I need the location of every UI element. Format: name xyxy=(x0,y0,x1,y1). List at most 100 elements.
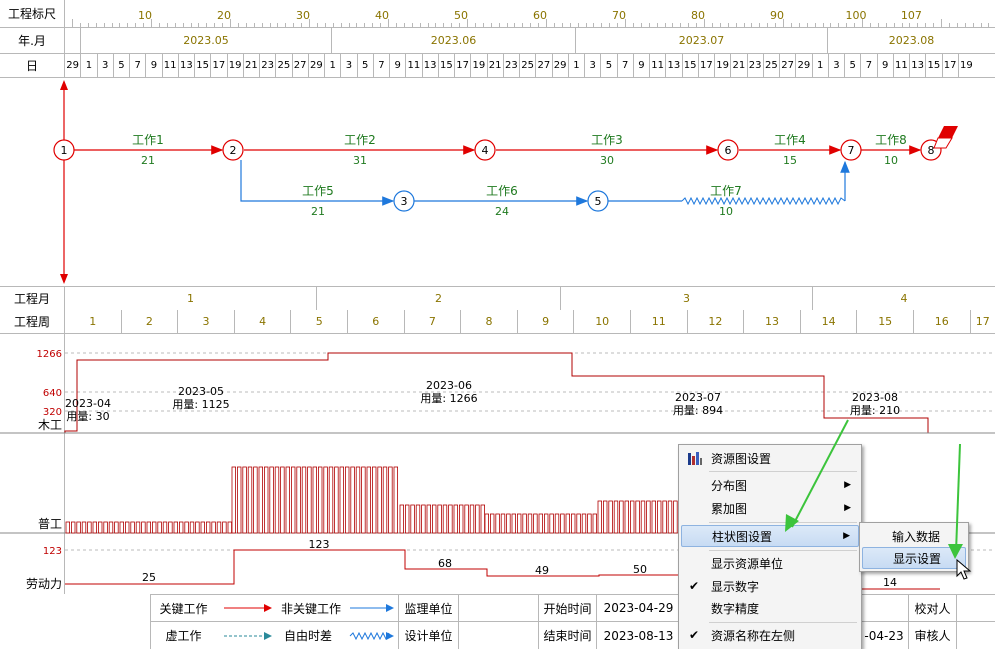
day-cell: 13 xyxy=(177,54,194,77)
day-cell: 1 xyxy=(324,54,340,77)
day-cell: 15 xyxy=(437,54,454,77)
laborer-bar xyxy=(103,521,108,534)
design-value xyxy=(458,622,538,649)
day-cell: 21 xyxy=(242,54,259,77)
project-month-cell: 2 xyxy=(316,287,560,310)
laborer-bar xyxy=(448,504,453,534)
laborer-bar xyxy=(195,521,200,534)
menu-bar-chart-settings[interactable]: 柱状图设置 ▶ xyxy=(681,525,859,547)
laborer-bar xyxy=(269,466,274,534)
month-cell: 2023.05 xyxy=(80,28,331,53)
submenu-display-settings[interactable]: 显示设置 xyxy=(862,547,966,569)
menu-show-resource-unit[interactable]: 显示资源单位 xyxy=(681,552,859,574)
node-5[interactable]: 5 xyxy=(587,190,609,212)
day-cell: 11 xyxy=(649,54,665,77)
scale-tick: 40 xyxy=(375,9,390,22)
day-cell: 29 xyxy=(64,54,80,77)
project-week-cell: 16 xyxy=(913,310,970,333)
laborer-bar xyxy=(200,521,205,534)
scale-row: 工程标尺 10 20 30 40 50 60 70 80 90 100 107 xyxy=(0,0,995,28)
project-week-row: 工程周 1 2 3 4 5 6 7 8 9 10 11 12 13 14 15 16 17 xyxy=(0,310,995,334)
menu-resource-name-left[interactable]: ✔ 资源名称在左侧 xyxy=(681,624,859,646)
node-4[interactable]: 4 xyxy=(474,139,496,161)
axis-arrow-up xyxy=(60,80,68,90)
laborer-bar xyxy=(431,504,437,534)
node-6[interactable]: 6 xyxy=(717,139,739,161)
project-week-cell: 12 xyxy=(686,310,744,333)
laborer-bar xyxy=(640,500,646,534)
laborer-bar xyxy=(247,466,253,534)
menu-number-precision[interactable]: 数字精度 xyxy=(681,597,859,619)
laborer-bar xyxy=(216,521,222,534)
free-float-wave xyxy=(681,196,846,206)
legend-noncritical: 非关键工作 xyxy=(280,601,341,616)
menu-show-numbers[interactable]: ✔ 显示数字 xyxy=(681,575,859,597)
work4-name: 工作4 xyxy=(774,133,806,147)
day-cell: 5 xyxy=(600,54,616,77)
laborer-bar xyxy=(328,466,334,534)
legend-supervision: 监理单位 xyxy=(398,595,458,621)
work3-duration: 30 xyxy=(600,154,614,167)
menu-distribution-chart[interactable]: 分布图 ▶ xyxy=(681,474,859,496)
menu-cumulative-chart[interactable]: 累加图 ▶ xyxy=(681,497,859,519)
node-7[interactable]: 7 xyxy=(840,139,862,161)
labor-value-3: 49 xyxy=(535,564,549,577)
laborer-bar xyxy=(382,466,388,534)
carpenter-m3-month: 2023-07 xyxy=(675,391,721,404)
reviewer-value xyxy=(956,622,995,649)
legend-start-value: 2023-04-29 xyxy=(596,595,680,621)
svg-text:8: 8 xyxy=(928,144,935,157)
svg-text:5: 5 xyxy=(595,195,602,208)
scale-tick: 70 xyxy=(612,9,627,22)
laborer-bar xyxy=(65,521,70,534)
work4-duration: 15 xyxy=(783,154,797,167)
laborer-bar xyxy=(350,466,355,534)
submenu-arrow-icon: ▶ xyxy=(844,480,851,490)
day-cell: 7 xyxy=(129,54,145,77)
labor-force-name: 劳动力 xyxy=(26,577,62,591)
menu-resource-chart-settings[interactable]: 资源图设置 xyxy=(681,447,859,469)
day-cell: 1 xyxy=(567,54,584,77)
svg-text:6: 6 xyxy=(725,144,732,157)
laborer-bar xyxy=(253,466,258,534)
day-cell: 9 xyxy=(632,54,649,77)
day-cell: 19 xyxy=(470,54,486,77)
laborer-bar xyxy=(344,466,350,534)
node-2[interactable]: 2 xyxy=(222,139,244,161)
axis-arrow-down xyxy=(60,274,68,284)
laborer-bar xyxy=(184,521,189,534)
laborer-bar xyxy=(205,521,211,534)
project-month-cell: 4 xyxy=(812,287,995,310)
day-cell: 23 xyxy=(746,54,763,77)
legend-reviewer: 审核人 xyxy=(908,622,956,649)
node-3[interactable]: 3 xyxy=(393,190,415,212)
checker-value xyxy=(956,595,995,621)
day-cell: 21 xyxy=(486,54,503,77)
svg-text:3: 3 xyxy=(401,195,408,208)
day-cell: 23 xyxy=(502,54,519,77)
legend-virtual: 虚工作 xyxy=(150,622,216,649)
carpenter-chart: 1266 640 320 木工 2023-04 用量: 30 2023-05 用… xyxy=(0,349,995,434)
laborer-bar xyxy=(334,466,339,534)
svg-text:7: 7 xyxy=(848,144,855,157)
legend-table: 关键工作 非关键工作 监理单位 开始时间 2023-04-29 校对人 虚工作 … xyxy=(150,594,995,649)
day-cell: 15 xyxy=(925,54,941,77)
project-week-cell: 1 xyxy=(64,310,121,333)
day-cell: 27 xyxy=(779,54,795,77)
scale-tick: 30 xyxy=(296,9,311,22)
project-week-cell: 15 xyxy=(856,310,913,333)
carpenter-m2-usage: 用量: 1266 xyxy=(420,392,477,405)
node-1[interactable]: 1 xyxy=(53,139,75,161)
supervision-value xyxy=(458,595,538,621)
submenu-input-data[interactable]: 输入数据 xyxy=(862,525,966,547)
critical-line-sample xyxy=(224,604,272,612)
day-cell: 15 xyxy=(681,54,698,77)
laborer-bar xyxy=(571,513,576,534)
legend-date-partial: -04-23 xyxy=(864,628,904,643)
day-cell: 3 xyxy=(96,54,113,77)
day-row: 日 29 1 3 5 7 9 11 13 15 17 19 21 23 25 27 29 1 3 5 7 9 11 13 15… xyxy=(0,54,995,78)
project-week-cell: 14 xyxy=(799,310,857,333)
day-cell: 5 xyxy=(844,54,860,77)
labor-value-1: 123 xyxy=(309,538,330,551)
laborer-bar xyxy=(453,504,458,534)
